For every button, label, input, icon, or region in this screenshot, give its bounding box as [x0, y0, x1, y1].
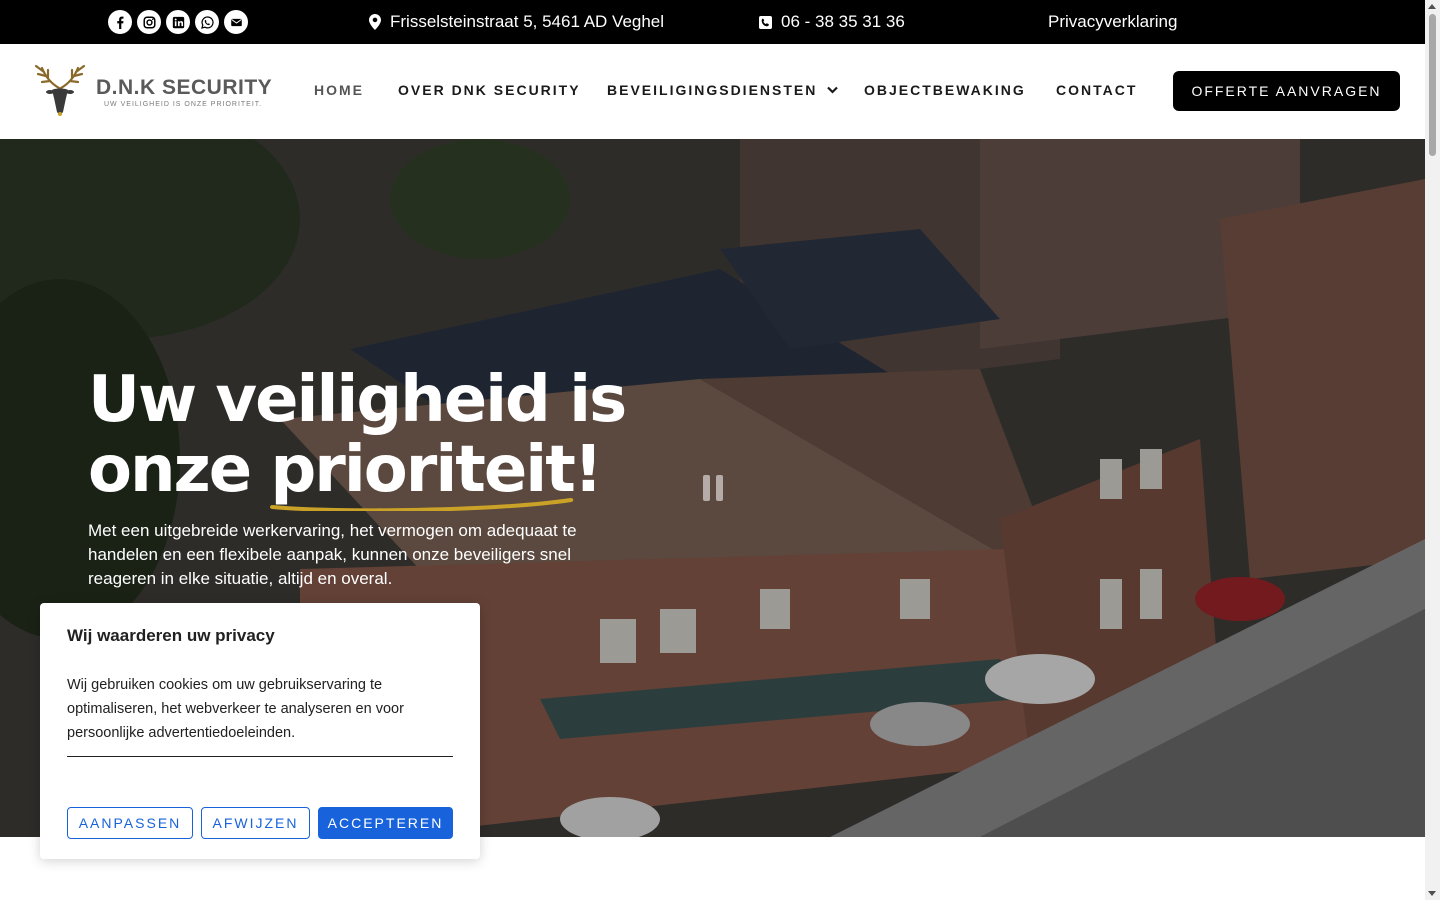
hero-title-prefix: onze — [88, 433, 271, 507]
address-text: Frisselsteinstraat 5, 5461 AD Veghel — [390, 12, 665, 31]
phone-text: 06 - 38 35 31 36 — [781, 12, 905, 31]
privacy-link[interactable]: Privacyverklaring — [1048, 0, 1177, 44]
hero-description: Met een uitgebreide werkervaring, het ve… — [88, 521, 577, 588]
whatsapp-icon[interactable] — [195, 10, 219, 34]
cookie-consent-dialog: Wij waarderen uw privacy Wij gebruiken c… — [40, 603, 480, 859]
phone-icon — [759, 15, 772, 29]
map-pin-icon — [369, 14, 381, 30]
underline-swoosh — [270, 498, 574, 511]
facebook-icon[interactable] — [108, 10, 132, 34]
deer-logo-icon — [34, 64, 86, 116]
accept-button[interactable]: ACCEPTEREN — [318, 807, 453, 839]
nav-home[interactable]: HOME — [314, 82, 364, 98]
pause-icon[interactable] — [703, 475, 723, 501]
customize-button[interactable]: AANPASSEN — [67, 807, 193, 839]
nav-objectbewaking[interactable]: OBJECTBEWAKING — [864, 82, 1026, 98]
nav-beveiligingsdiensten-label: BEVEILIGINGSDIENSTEN — [607, 82, 818, 98]
nav-beveiligingsdiensten[interactable]: BEVEILIGINGSDIENSTEN — [607, 82, 839, 98]
envelope-icon[interactable] — [224, 10, 248, 34]
logo-tagline: UW VEILIGHEID IS ONZE PRIORITEIT. — [104, 100, 263, 108]
hero-title-highlight: prioriteit — [270, 433, 576, 511]
request-quote-button[interactable]: OFFERTE AANVRAGEN — [1173, 71, 1400, 111]
top-bar: Frisselsteinstraat 5, 5461 AD Veghel 06 … — [0, 0, 1425, 44]
scroll-thumb[interactable] — [1429, 14, 1436, 156]
nav-contact[interactable]: CONTACT — [1056, 82, 1137, 98]
nav-over-dnk-security[interactable]: OVER DNK SECURITY — [398, 82, 581, 98]
cookie-divider — [67, 756, 453, 757]
scroll-down-arrow-icon[interactable] — [1428, 891, 1436, 896]
hero-title-line1: Uw veiligheid is — [88, 363, 627, 437]
reject-button[interactable]: AFWIJZEN — [201, 807, 310, 839]
hero-title-line2: onze prioriteit! — [88, 433, 625, 511]
instagram-icon[interactable] — [137, 10, 161, 34]
phone-link[interactable]: 06 - 38 35 31 36 — [759, 0, 905, 44]
scroll-up-arrow-icon[interactable] — [1428, 4, 1436, 9]
social-links — [108, 10, 248, 34]
hero-title-highlight-text: prioriteit — [270, 433, 575, 507]
cookie-description: Wij gebruiken cookies om uw gebruikserva… — [67, 677, 404, 741]
chevron-down-icon — [827, 86, 839, 94]
address-link[interactable]: Frisselsteinstraat 5, 5461 AD Veghel — [369, 0, 664, 44]
site-header: D.N.K SECURITY UW VEILIGHEID IS ONZE PRI… — [0, 44, 1425, 139]
page-scrollbar[interactable] — [1425, 0, 1440, 900]
linkedin-icon[interactable] — [166, 10, 190, 34]
hero-title-suffix: ! — [573, 433, 603, 507]
cookie-title: Wij waarderen uw privacy — [67, 626, 275, 645]
logo-name: D.N.K SECURITY — [96, 75, 273, 99]
hero-title: Uw veiligheid is onze prioriteit! — [88, 363, 627, 511]
logo[interactable]: D.N.K SECURITY UW VEILIGHEID IS ONZE PRI… — [32, 64, 272, 120]
